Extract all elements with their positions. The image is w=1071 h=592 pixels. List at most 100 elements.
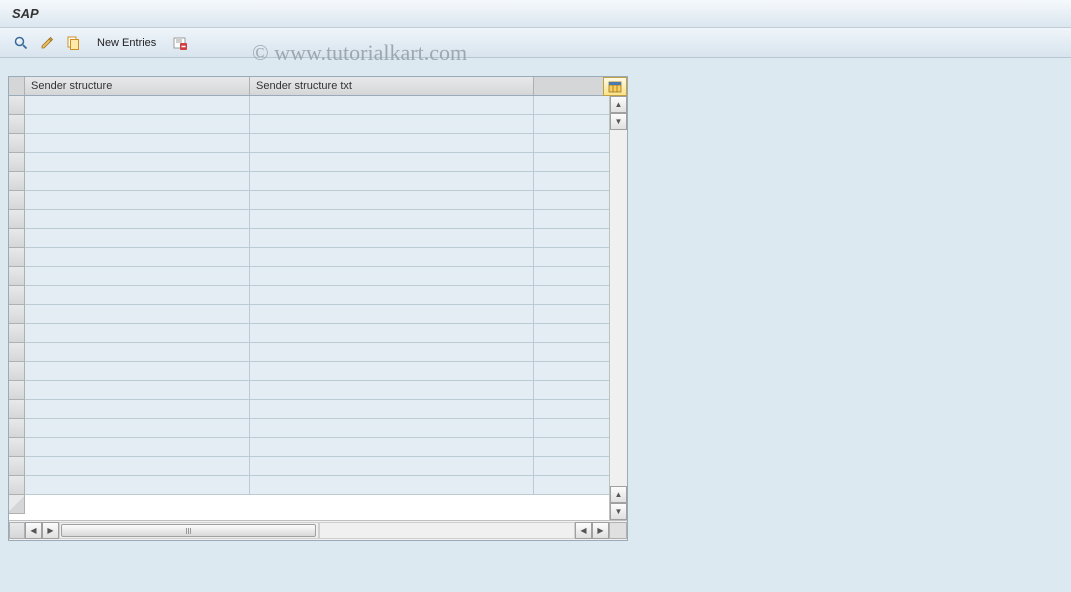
row-selector[interactable] xyxy=(9,229,25,248)
scroll-right-button[interactable]: ▶ xyxy=(42,522,59,539)
cell-sender-structure-txt[interactable] xyxy=(250,191,534,210)
row-selector[interactable] xyxy=(9,191,25,210)
h-scroll-track-2[interactable] xyxy=(319,522,575,539)
search-glass-button[interactable] xyxy=(10,32,32,54)
row-selector[interactable] xyxy=(9,457,25,476)
column-header-sender-structure-txt[interactable]: Sender structure txt xyxy=(250,77,534,95)
h-scroll-track-1[interactable] xyxy=(59,522,319,539)
cell-sender-structure-txt[interactable] xyxy=(250,153,534,172)
delete-mark-icon xyxy=(172,35,188,51)
scroll-up-button[interactable]: ▲ xyxy=(610,96,627,113)
cell-sender-structure-txt[interactable] xyxy=(250,419,534,438)
row-selector[interactable] xyxy=(9,96,25,115)
cell-sender-structure[interactable] xyxy=(25,457,250,476)
cell-sender-structure[interactable] xyxy=(25,229,250,248)
cell-sender-structure-txt[interactable] xyxy=(250,267,534,286)
table-row xyxy=(9,153,627,172)
scroll-up-button-2[interactable]: ▲ xyxy=(610,486,627,503)
cell-sender-structure-txt[interactable] xyxy=(250,210,534,229)
cell-sender-structure[interactable] xyxy=(25,343,250,362)
edit-button[interactable] xyxy=(36,32,58,54)
cell-sender-structure[interactable] xyxy=(25,267,250,286)
cell-sender-structure-txt[interactable] xyxy=(250,96,534,115)
cell-sender-structure[interactable] xyxy=(25,476,250,495)
column-header-sender-structure[interactable]: Sender structure xyxy=(25,77,250,95)
cell-sender-structure-txt[interactable] xyxy=(250,134,534,153)
row-selector[interactable] xyxy=(9,438,25,457)
table-row xyxy=(9,96,627,115)
table-settings-button[interactable] xyxy=(603,77,627,96)
cell-sender-structure-txt[interactable] xyxy=(250,362,534,381)
cell-sender-structure[interactable] xyxy=(25,210,250,229)
scroll-track-top[interactable] xyxy=(610,130,627,486)
row-selector[interactable] xyxy=(9,362,25,381)
table-settings-icon xyxy=(608,80,622,94)
cell-sender-structure[interactable] xyxy=(25,419,250,438)
cell-sender-structure[interactable] xyxy=(25,248,250,267)
cell-sender-structure[interactable] xyxy=(25,438,250,457)
cell-sender-structure-txt[interactable] xyxy=(250,343,534,362)
cell-sender-structure-txt[interactable] xyxy=(250,286,534,305)
row-selector[interactable] xyxy=(9,381,25,400)
row-selector[interactable] xyxy=(9,267,25,286)
new-entries-button[interactable]: New Entries xyxy=(88,33,165,53)
cell-sender-structure-txt[interactable] xyxy=(250,438,534,457)
delete-button[interactable] xyxy=(169,32,191,54)
cell-sender-structure-txt[interactable] xyxy=(250,476,534,495)
cell-sender-structure-txt[interactable] xyxy=(250,457,534,476)
scroll-left-button-2[interactable]: ◀ xyxy=(575,522,592,539)
toolbar: New Entries xyxy=(0,28,1071,58)
horizontal-scrollbar[interactable]: ◀ ▶ ◀ ▶ xyxy=(9,520,627,540)
row-selector[interactable] xyxy=(9,153,25,172)
vertical-scrollbar[interactable]: ▲ ▼ ▲ ▼ xyxy=(609,96,627,520)
row-selector[interactable] xyxy=(9,210,25,229)
table-row xyxy=(9,248,627,267)
cell-sender-structure[interactable] xyxy=(25,191,250,210)
row-selector[interactable] xyxy=(9,115,25,134)
title-bar: SAP xyxy=(0,0,1071,28)
page-title: SAP xyxy=(12,6,39,21)
cell-sender-structure[interactable] xyxy=(25,362,250,381)
row-selector[interactable] xyxy=(9,134,25,153)
cell-sender-structure[interactable] xyxy=(25,400,250,419)
row-selector[interactable] xyxy=(9,305,25,324)
cell-sender-structure-txt[interactable] xyxy=(250,324,534,343)
scroll-left-button[interactable]: ◀ xyxy=(25,522,42,539)
cell-sender-structure-txt[interactable] xyxy=(250,305,534,324)
scroll-down-button[interactable]: ▼ xyxy=(610,113,627,130)
cell-sender-structure[interactable] xyxy=(25,286,250,305)
cell-sender-structure-txt[interactable] xyxy=(250,381,534,400)
cell-sender-structure-txt[interactable] xyxy=(250,229,534,248)
cell-sender-structure-txt[interactable] xyxy=(250,172,534,191)
cell-sender-structure[interactable] xyxy=(25,172,250,191)
cell-sender-structure[interactable] xyxy=(25,115,250,134)
row-selector[interactable] xyxy=(9,419,25,438)
row-selector[interactable] xyxy=(9,324,25,343)
cell-sender-structure[interactable] xyxy=(25,134,250,153)
select-all-cell[interactable] xyxy=(9,77,25,95)
table-row xyxy=(9,191,627,210)
row-selector[interactable] xyxy=(9,400,25,419)
cell-sender-structure[interactable] xyxy=(25,96,250,115)
row-selector[interactable] xyxy=(9,286,25,305)
cell-sender-structure[interactable] xyxy=(25,381,250,400)
row-selector[interactable] xyxy=(9,343,25,362)
cell-sender-structure-txt[interactable] xyxy=(250,115,534,134)
cell-sender-structure[interactable] xyxy=(25,324,250,343)
copy-button[interactable] xyxy=(62,32,84,54)
table-wrapper: Sender structure Sender structure txt ▲ … xyxy=(8,76,628,541)
scroll-down-button-2[interactable]: ▼ xyxy=(610,503,627,520)
cell-sender-structure[interactable] xyxy=(25,305,250,324)
search-glass-icon xyxy=(13,35,29,51)
table-row xyxy=(9,172,627,191)
h-scroll-thumb[interactable] xyxy=(61,524,316,537)
cell-sender-structure[interactable] xyxy=(25,153,250,172)
cell-sender-structure-txt[interactable] xyxy=(250,248,534,267)
row-selector[interactable] xyxy=(9,476,25,495)
cell-sender-structure-txt[interactable] xyxy=(250,400,534,419)
table-row xyxy=(9,476,627,495)
table-row xyxy=(9,457,627,476)
row-selector[interactable] xyxy=(9,248,25,267)
scroll-right-button-2[interactable]: ▶ xyxy=(592,522,609,539)
row-selector[interactable] xyxy=(9,172,25,191)
